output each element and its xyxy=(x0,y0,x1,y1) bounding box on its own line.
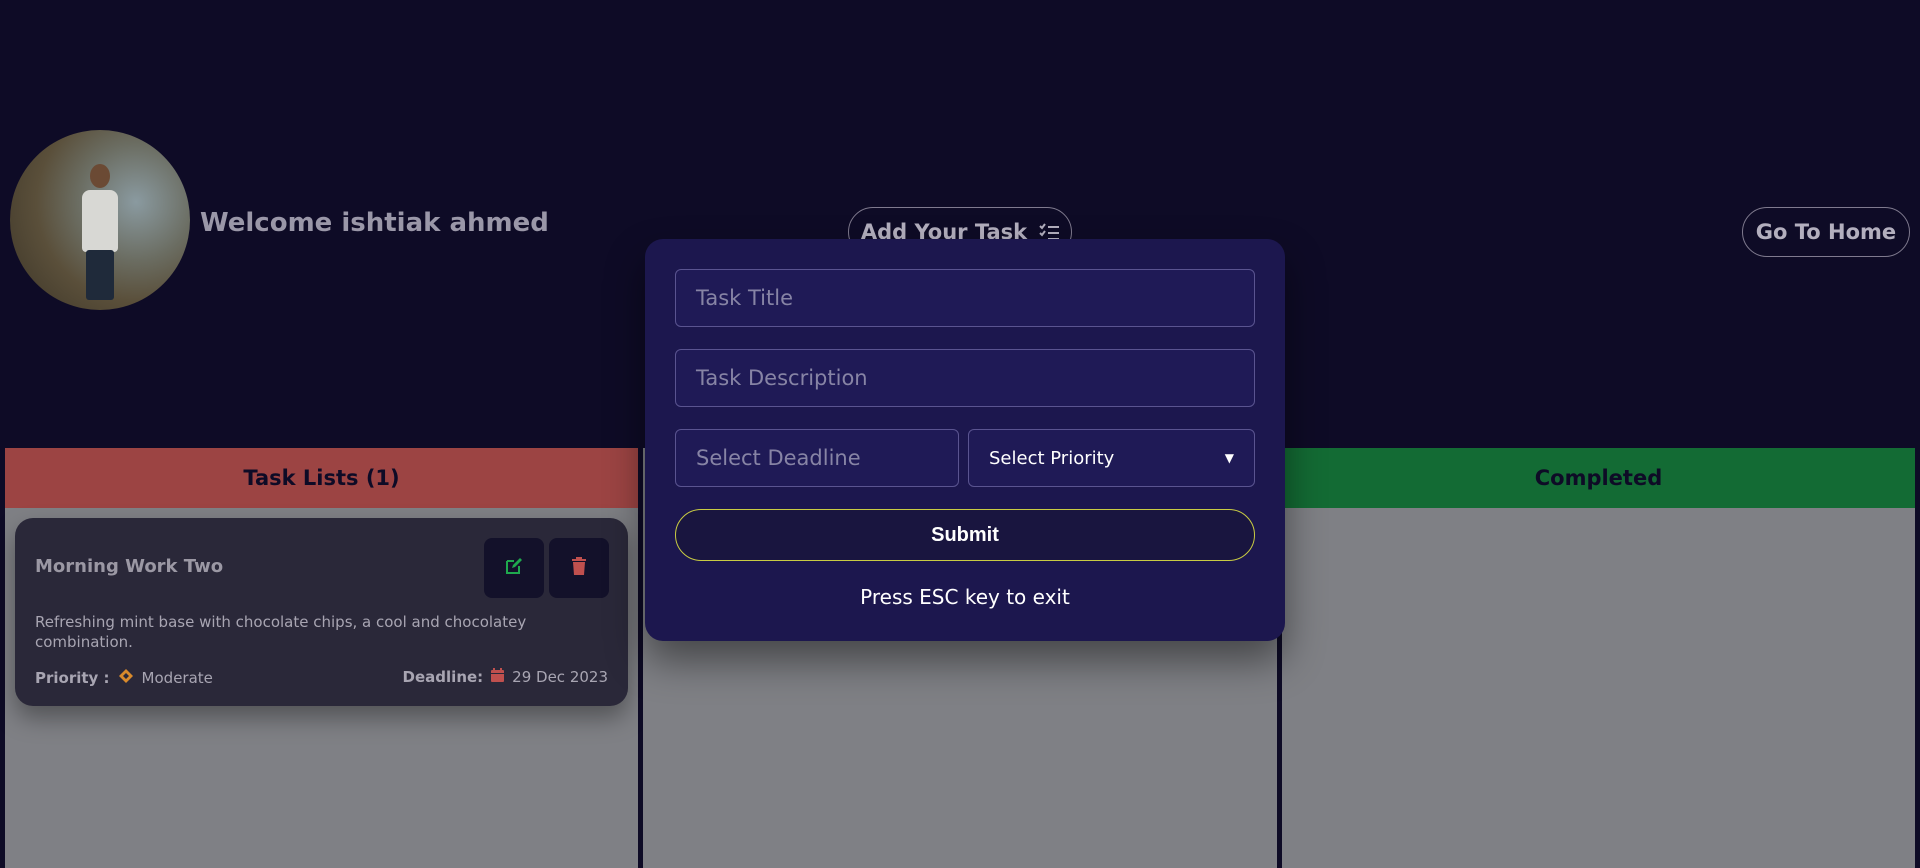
edit-task-button[interactable] xyxy=(484,538,544,598)
calendar-icon xyxy=(491,668,505,686)
column-header-task-list: Task Lists (1) xyxy=(5,448,638,508)
column-header-completed: Completed xyxy=(1282,448,1915,508)
task-card[interactable]: Morning Work Two Refreshing mint base wi… xyxy=(15,518,628,706)
welcome-heading: Welcome ishtiak ahmed xyxy=(200,208,549,238)
column-task-list: Task Lists (1) Morning Work Two Refreshi… xyxy=(5,448,638,868)
avatar xyxy=(10,130,190,310)
priority-select-value: Select Priority xyxy=(989,447,1115,469)
trash-icon xyxy=(571,557,587,579)
column-completed: Completed xyxy=(1282,448,1915,868)
edit-icon xyxy=(505,557,523,579)
submit-button[interactable]: Submit xyxy=(675,509,1255,561)
priority-value: Moderate xyxy=(141,669,213,687)
diamond-icon xyxy=(118,668,134,688)
task-description-input[interactable]: Task Description xyxy=(675,349,1255,407)
task-title: Morning Work Two xyxy=(35,556,224,577)
deadline-value: 29 Dec 2023 xyxy=(512,668,608,686)
deadline-label: Deadline: xyxy=(402,668,484,686)
add-task-modal: Task Title Task Description Select Deadl… xyxy=(645,239,1285,641)
task-description: Refreshing mint base with chocolate chip… xyxy=(35,613,527,651)
chevron-down-icon: ▼ xyxy=(1224,451,1234,465)
go-home-button[interactable]: Go To Home xyxy=(1742,207,1910,257)
task-priority: Priority : Moderate xyxy=(35,668,213,688)
priority-label: Priority : xyxy=(35,669,110,687)
priority-select[interactable]: Select Priority ▼ xyxy=(968,429,1255,487)
esc-hint: Press ESC key to exit xyxy=(860,585,1070,609)
task-deadline: Deadline: 29 Dec 2023 xyxy=(403,668,608,686)
task-title-input[interactable]: Task Title xyxy=(675,269,1255,327)
deadline-input[interactable]: Select Deadline xyxy=(675,429,959,487)
delete-task-button[interactable] xyxy=(549,538,609,598)
